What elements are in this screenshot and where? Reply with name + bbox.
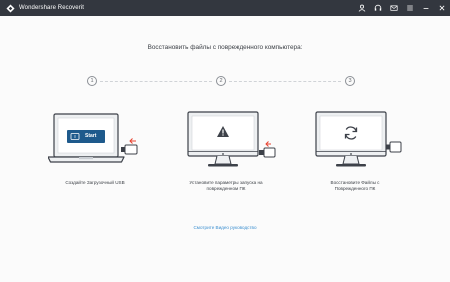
- caption-line: Создайте Загрузочный USB: [65, 180, 125, 185]
- step-number-2: 2: [216, 76, 226, 86]
- step-number-3: 3: [345, 76, 355, 86]
- start-button-label: Start: [85, 133, 97, 139]
- app-title: Wondershare Recoverit: [19, 5, 85, 11]
- title-bar: Wondershare Recoverit: [0, 0, 450, 16]
- step-2-caption: Установите параметры запуска на поврежде…: [168, 180, 284, 192]
- step-connector: [229, 81, 341, 82]
- step-3-caption: Восстановите Файлы с Поврежденного ПК: [300, 180, 410, 192]
- app-window: Wondershare Recoverit Восстановить файлы…: [0, 0, 450, 282]
- monitor-warning-illustration: [182, 108, 278, 177]
- laptop-illustration: [47, 110, 144, 171]
- minimize-icon[interactable]: [418, 0, 434, 16]
- watch-video-guide-link[interactable]: Смотрите Видео руководство: [0, 225, 450, 230]
- close-icon[interactable]: [434, 0, 450, 16]
- step-number-1: 1: [87, 76, 97, 86]
- user-icon[interactable]: [354, 0, 370, 16]
- step-1-caption: Создайте Загрузочный USB: [40, 180, 150, 186]
- recoverit-logo-icon: [5, 3, 15, 13]
- mail-icon[interactable]: [386, 0, 402, 16]
- caption-line: поврежденном ПК: [206, 186, 246, 191]
- step-connector: [100, 81, 212, 82]
- headset-icon[interactable]: [370, 0, 386, 16]
- page-heading: Восстановить файлы с поврежденного компь…: [147, 44, 303, 51]
- caption-line: Поврежденного ПК: [334, 186, 376, 191]
- monitor-recover-illustration: [310, 108, 406, 177]
- menu-icon[interactable]: [402, 0, 418, 16]
